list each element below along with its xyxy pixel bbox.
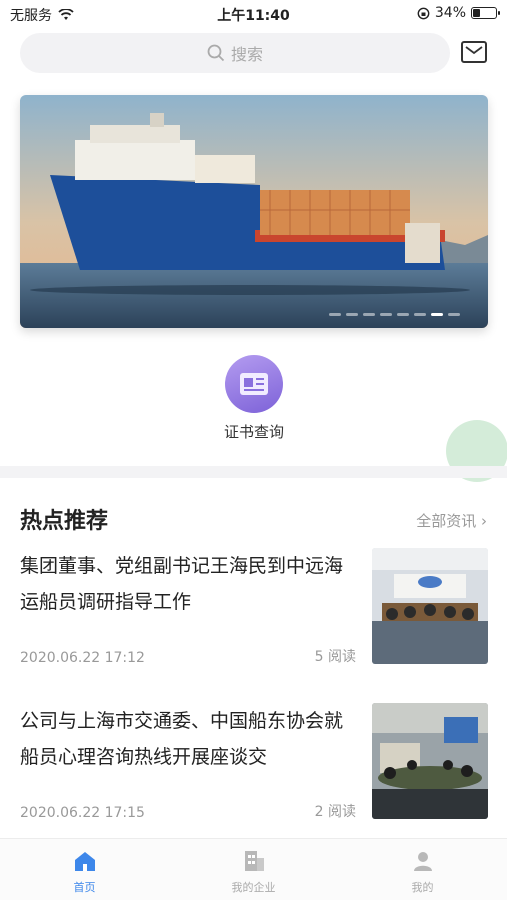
battery-icon [471,7,500,19]
section-divider [0,466,507,478]
person-icon [413,852,432,871]
news-date: 2020.06.22 17:12 [20,650,145,666]
news-item[interactable]: 公司与上海市交通委、中国船东协会就船员心理咨询热线开展座谈交 2020.06.2… [20,703,488,821]
home-icon [74,852,95,871]
news-date: 2020.06.22 17:15 [20,805,145,821]
carousel-dot[interactable] [380,313,392,316]
tab-bar: 首页 我的企业 我的 [0,838,507,900]
news-thumbnail [372,548,488,664]
tab-home[interactable]: 首页 [0,839,169,900]
carousel-dot[interactable] [448,313,460,316]
tab-me-label: 我的 [411,881,434,894]
all-news-link[interactable]: 全部资讯 › [416,510,487,531]
news-read-count: 5 阅读 [314,649,356,665]
news-item[interactable]: 集团董事、党组副书记王海民到中远海运船员调研指导工作 2020.06.22 17… [20,548,488,666]
news-read-count: 2 阅读 [314,804,356,820]
carousel-dot[interactable] [414,313,426,316]
news-title: 公司与上海市交通委、中国船东协会就船员心理咨询热线开展座谈交 [20,710,344,768]
tab-my-company[interactable]: 我的企业 [169,839,338,900]
carousel-dot[interactable] [329,313,341,316]
carousel-dot[interactable] [431,313,443,316]
certificate-query-button[interactable]: 证书查询 [214,355,294,442]
ship-image [20,95,488,328]
search-icon [207,44,225,62]
battery-fill [473,9,481,17]
tab-home-label: 首页 [73,881,96,894]
status-right: 34% [417,5,500,21]
orientation-lock-icon [417,7,430,19]
carousel-dots [329,313,460,316]
chevron-right-icon: › [481,512,487,530]
building-icon [244,851,264,871]
battery-percent: 34% [434,5,466,21]
carousel-dot[interactable] [363,313,375,316]
carousel-dot[interactable] [397,313,409,316]
certificate-icon [225,355,283,413]
mail-icon [465,46,483,55]
status-bar: 无服务 上午11:40 34% [0,0,507,28]
search-placeholder: 搜索 [230,45,263,64]
tab-my-company-label: 我的企业 [231,881,276,894]
all-news-label: 全部资讯 [416,512,477,530]
carousel-dot[interactable] [346,313,358,316]
tab-me[interactable]: 我的 [338,839,507,900]
news-thumbnail [372,703,488,819]
section-title: 热点推荐 [20,509,109,534]
banner-carousel[interactable] [20,95,488,328]
certificate-query-label: 证书查询 [223,423,284,441]
news-title: 集团董事、党组副书记王海民到中远海运船员调研指导工作 [20,555,344,613]
search-input[interactable]: 搜索 [20,33,450,73]
message-button[interactable] [461,41,487,63]
